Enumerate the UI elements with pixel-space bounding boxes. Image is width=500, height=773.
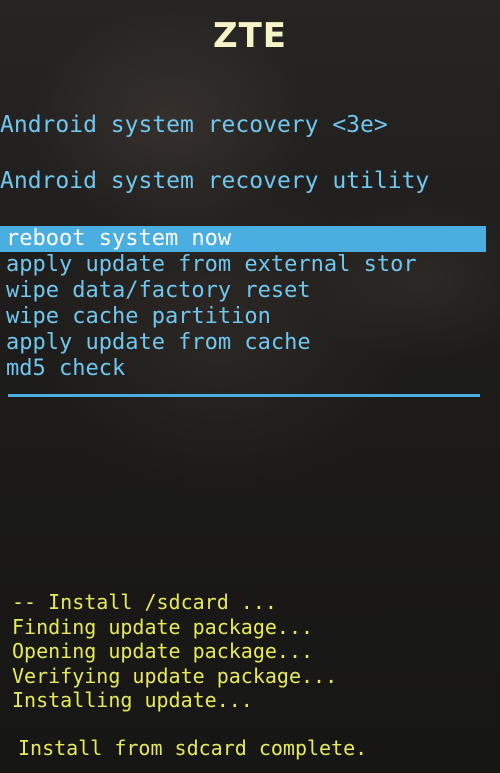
menu-item-wipe-data-factory-reset[interactable]: wipe data/factory reset	[0, 278, 486, 304]
log-line: Installing update...	[12, 688, 253, 712]
menu-divider	[8, 394, 480, 397]
recovery-title: Android system recovery <3e>	[0, 112, 388, 138]
recovery-screen: Android system recovery <3e> Android sys…	[0, 110, 486, 406]
menu-item-apply-update-external[interactable]: apply update from external stor	[0, 252, 486, 278]
menu-item-md5-check[interactable]: md5 check	[0, 356, 486, 382]
menu-item-wipe-cache-partition[interactable]: wipe cache partition	[0, 304, 486, 330]
log-line: Finding update package...	[12, 614, 314, 639]
log-line: Verifying update package...	[12, 663, 338, 688]
menu-item-apply-update-cache[interactable]: apply update from cache	[0, 330, 486, 356]
recovery-subtitle: Android system recovery utility	[0, 168, 430, 194]
brand-logo: ZTE	[212, 16, 288, 56]
install-log: -- Install /sdcard ... Finding update pa…	[12, 590, 492, 713]
log-line: -- Install /sdcard ...	[12, 590, 277, 614]
log-line: Opening update package...	[12, 639, 314, 663]
install-complete-message: Install from sdcard complete.	[18, 736, 368, 760]
menu-item-reboot-system-now[interactable]: reboot system now	[0, 226, 486, 252]
recovery-menu: reboot system now apply update from exte…	[0, 226, 486, 382]
